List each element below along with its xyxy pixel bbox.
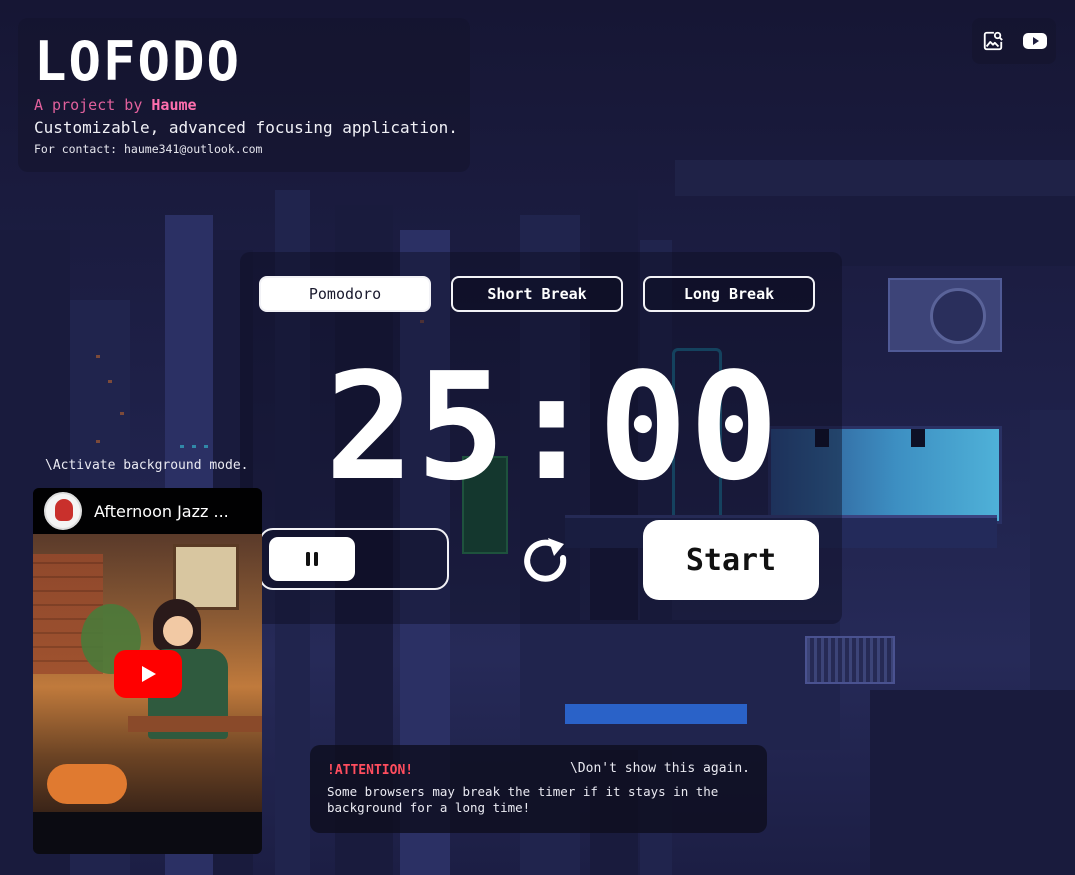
top-right-toolbar [972,18,1056,64]
youtube-play-icon[interactable] [114,650,182,698]
mode-short-break-button[interactable]: Short Break [451,276,623,312]
app-info-panel: LOFODO A project by Haume Customizable, … [18,18,470,172]
youtube-header: Afternoon Jazz ... [33,488,262,534]
video-title[interactable]: Afternoon Jazz ... [94,502,229,521]
video-thumbnail[interactable] [33,534,262,812]
reset-button[interactable] [518,532,576,590]
byline-prefix: A project by [34,96,143,114]
attention-title: !ATTENTION! [327,763,414,778]
pause-toggle-knob[interactable] [269,537,355,581]
dont-show-again-link[interactable]: \Don't show this again. [570,761,750,776]
timer-display: 25:00 [325,341,781,513]
pause-toggle[interactable] [259,528,449,590]
byline: A project by Haume [34,96,197,114]
attention-notice: !ATTENTION! \Don't show this again. Some… [310,745,767,833]
image-search-icon[interactable] [980,28,1006,54]
activate-background-mode-link[interactable]: \Activate background mode. [45,458,249,473]
app-tagline: Customizable, advanced focusing applicat… [34,118,458,137]
channel-avatar[interactable] [44,492,82,530]
contact-email: For contact: haume341@outlook.com [34,142,263,156]
youtube-icon[interactable] [1022,28,1048,54]
attention-message: Some browsers may break the timer if it … [327,784,719,815]
mode-long-break-button[interactable]: Long Break [643,276,815,312]
author-name[interactable]: Haume [151,96,196,114]
pause-icon [306,552,318,566]
mode-pomodoro-button[interactable]: Pomodoro [259,276,431,312]
start-button[interactable]: Start [643,520,819,600]
reset-icon [524,538,567,582]
timer-card: Pomodoro Short Break Long Break 25:00 St… [240,252,842,624]
youtube-player[interactable]: Afternoon Jazz ... [33,488,262,854]
app-logo: LOFODO [34,30,242,93]
